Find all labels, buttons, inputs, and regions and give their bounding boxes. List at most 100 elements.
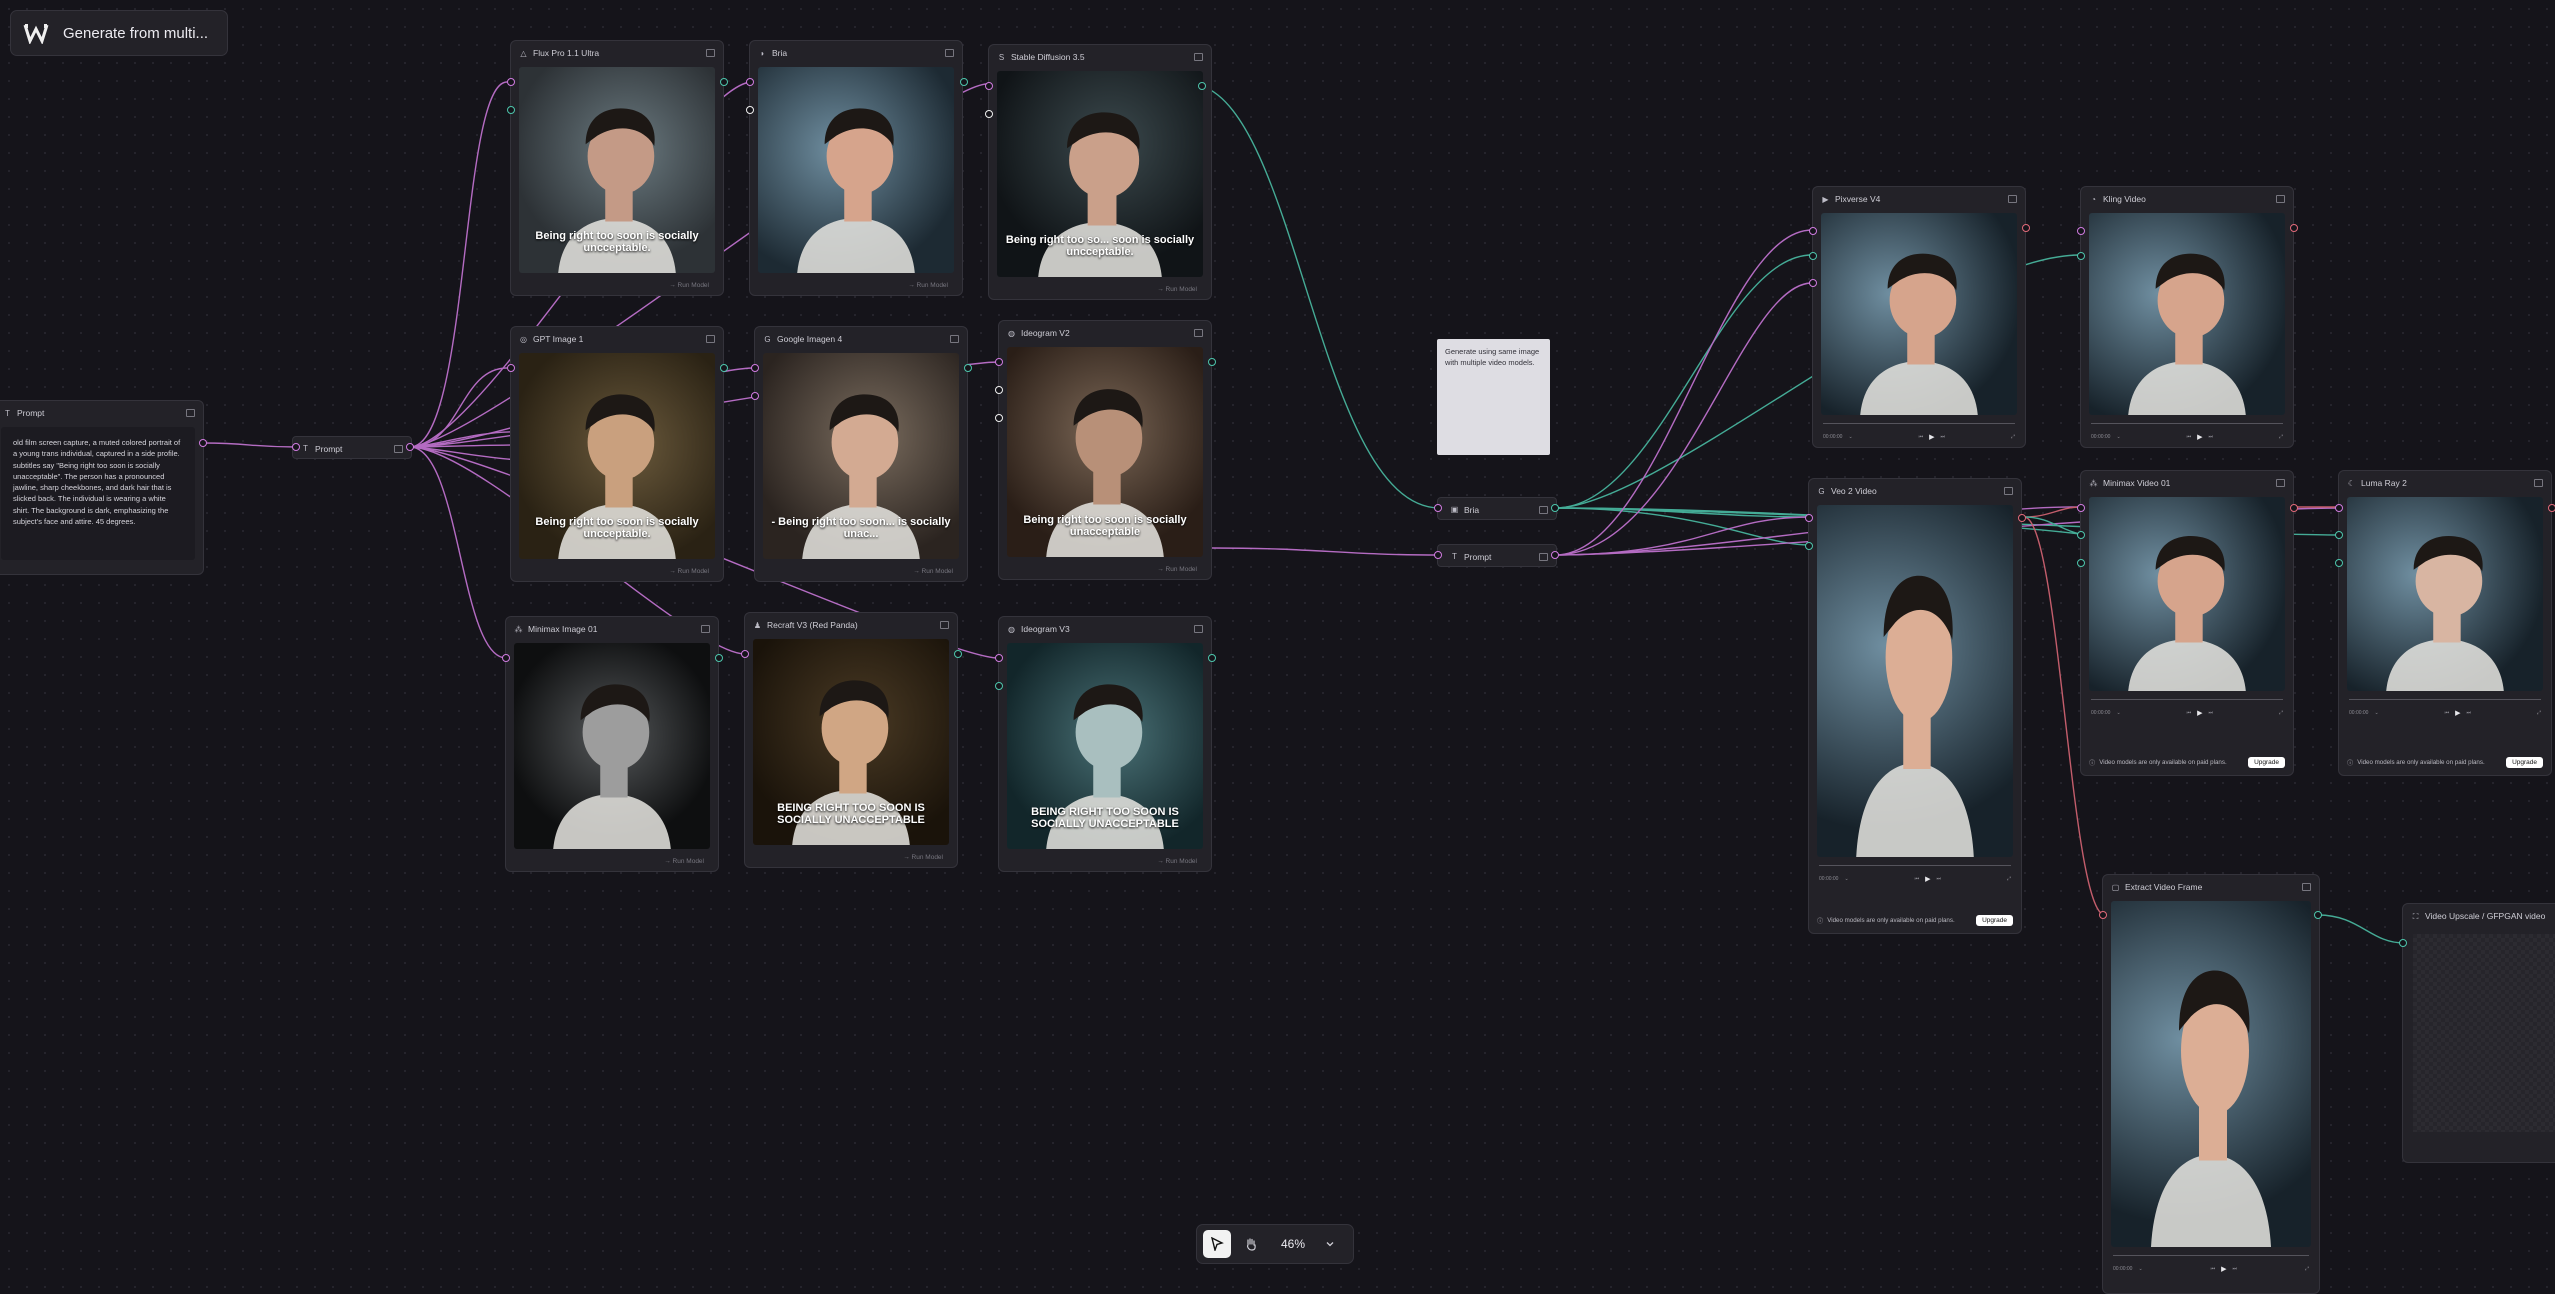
run-model-button[interactable]: → Run Model <box>913 568 953 575</box>
lock-icon[interactable] <box>2276 479 2285 487</box>
prompt-pill-2-in-port[interactable] <box>1434 551 1442 559</box>
next-frame-icon[interactable]: ⏭ <box>2233 1266 2238 1272</box>
next-frame-icon[interactable]: ⏭ <box>2467 710 2472 716</box>
input-port[interactable] <box>751 392 759 400</box>
play-icon[interactable]: ▶ <box>2221 1265 2226 1273</box>
run-model-button[interactable]: → Run Model <box>1157 858 1197 865</box>
video-node[interactable]: ▢ Extract Video Frame 00:00:00 ⌄ ⏮ ▶ ⏭ ⤢ <box>2102 874 2320 1294</box>
play-icon[interactable]: ▶ <box>1925 875 1930 883</box>
lock-icon[interactable] <box>2534 479 2543 487</box>
input-port[interactable] <box>2077 252 2085 260</box>
video-progress-bar[interactable] <box>2091 423 2283 424</box>
chevron-down-icon[interactable]: ⌄ <box>2116 710 2120 716</box>
input-port[interactable] <box>995 386 1003 394</box>
input-port[interactable] <box>2335 531 2343 539</box>
run-model-button[interactable]: → Run Model <box>1157 566 1197 573</box>
input-port[interactable] <box>2099 911 2107 919</box>
chevron-down-icon[interactable]: ⌄ <box>1844 876 1848 882</box>
next-frame-icon[interactable]: ⏭ <box>2209 710 2214 716</box>
output-port[interactable] <box>960 78 968 86</box>
chevron-down-icon[interactable]: ⌄ <box>2116 434 2120 440</box>
zoom-level[interactable]: 46% <box>1281 1237 1305 1251</box>
input-port[interactable] <box>2077 504 2085 512</box>
chevron-down-icon[interactable] <box>1325 1239 1335 1249</box>
bria-pill-in-port[interactable] <box>1434 504 1442 512</box>
image-node[interactable]: S Stable Diffusion 3.5 Being right too so.… <box>988 44 1212 300</box>
input-port[interactable] <box>995 654 1003 662</box>
play-icon[interactable]: ▶ <box>2455 709 2460 717</box>
output-port[interactable] <box>2290 224 2298 232</box>
output-port[interactable] <box>2290 504 2298 512</box>
prev-frame-icon[interactable]: ⏮ <box>2187 710 2192 716</box>
play-icon[interactable]: ▶ <box>2197 433 2202 441</box>
prev-frame-icon[interactable]: ⏮ <box>1919 434 1924 440</box>
input-port[interactable] <box>751 364 759 372</box>
fullscreen-icon[interactable]: ⤢ <box>2279 434 2283 440</box>
prev-frame-icon[interactable]: ⏮ <box>2187 434 2192 440</box>
video-node[interactable]: ◔ Kling Video 00:00:00 ⌄ ⏮ ▶ ⏭ ⤢ <box>2080 186 2294 448</box>
input-port[interactable] <box>502 654 510 662</box>
upgrade-button[interactable]: Upgrade <box>1976 914 2013 926</box>
input-port[interactable] <box>985 82 993 90</box>
video-node[interactable]: ☾ Luma Ray 2 00:00:00 ⌄ ⏮ ▶ ⏭ ⤢ ⓘ Video models ar… <box>2338 470 2552 776</box>
prompt-pill-2[interactable]: T Prompt <box>1437 544 1557 567</box>
prompt-textarea[interactable]: old film screen capture, a muted colored… <box>1 427 195 560</box>
prev-frame-icon[interactable]: ⏮ <box>2445 710 2450 716</box>
lock-icon[interactable] <box>950 335 959 343</box>
output-port[interactable] <box>2022 224 2030 232</box>
run-model-button[interactable]: → Run Model <box>1157 286 1197 293</box>
output-port[interactable] <box>2548 504 2555 512</box>
run-model-button[interactable]: → Run Model <box>664 858 704 865</box>
output-port[interactable] <box>720 78 728 86</box>
lock-icon[interactable] <box>2004 487 2013 495</box>
prev-frame-icon[interactable]: ⏮ <box>2211 1266 2216 1272</box>
lock-icon[interactable] <box>2276 195 2285 203</box>
input-port[interactable] <box>2077 531 2085 539</box>
output-port[interactable] <box>1198 82 1206 90</box>
app-title-chip[interactable]: Generate from multi... <box>10 10 228 56</box>
video-progress-bar[interactable] <box>2091 699 2283 700</box>
input-port[interactable] <box>507 364 515 372</box>
input-port[interactable] <box>1809 279 1817 287</box>
lock-icon[interactable] <box>940 621 949 629</box>
input-port[interactable] <box>1809 227 1817 235</box>
image-node[interactable]: ◍ Ideogram V2 Being right too soon is soci… <box>998 320 1212 580</box>
pan-tool-button[interactable] <box>1239 1230 1263 1258</box>
fullscreen-icon[interactable]: ⤢ <box>2007 876 2011 882</box>
input-port[interactable] <box>507 78 515 86</box>
lock-icon[interactable] <box>394 444 403 453</box>
lock-icon[interactable] <box>706 335 715 343</box>
input-port[interactable] <box>2335 559 2343 567</box>
image-node[interactable]: △ Flux Pro 1.1 Ultra Being right too soon … <box>510 40 724 296</box>
lock-icon[interactable] <box>2008 195 2017 203</box>
input-port[interactable] <box>995 358 1003 366</box>
prompt-pill-in-port[interactable] <box>292 443 300 451</box>
chevron-down-icon[interactable]: ⌄ <box>1848 434 1852 440</box>
lock-icon[interactable] <box>706 49 715 57</box>
lock-icon[interactable] <box>701 625 710 633</box>
input-port[interactable] <box>2335 504 2343 512</box>
lock-icon[interactable] <box>2302 883 2311 891</box>
chevron-down-icon[interactable]: ⌄ <box>2374 710 2378 716</box>
image-node[interactable]: ◎ GPT Image 1 Being right too soon is soci… <box>510 326 724 582</box>
output-port[interactable] <box>720 364 728 372</box>
input-port[interactable] <box>746 78 754 86</box>
upgrade-button[interactable]: Upgrade <box>2506 756 2543 768</box>
input-port[interactable] <box>1809 252 1817 260</box>
lock-icon[interactable] <box>1194 53 1203 61</box>
fullscreen-icon[interactable]: ⤢ <box>2305 1266 2309 1272</box>
input-port[interactable] <box>995 682 1003 690</box>
image-node[interactable]: ◍ Ideogram V3 BEING RIGHT TOO SOON IS SOCI… <box>998 616 1212 872</box>
bria-pill[interactable]: ▣ Bria <box>1437 497 1557 520</box>
next-frame-icon[interactable]: ⏭ <box>1941 434 1946 440</box>
prompt-pill-2-out-port[interactable] <box>1551 551 1559 559</box>
input-port[interactable] <box>1805 542 1813 550</box>
video-progress-bar[interactable] <box>1823 423 2015 424</box>
next-frame-icon[interactable]: ⏭ <box>2209 434 2214 440</box>
run-model-button[interactable]: → Run Model <box>669 568 709 575</box>
prompt-node[interactable]: T Prompt old film screen capture, a muted… <box>0 400 204 575</box>
output-port[interactable] <box>715 654 723 662</box>
lock-icon[interactable] <box>1539 552 1548 561</box>
output-port[interactable] <box>2018 514 2026 522</box>
chevron-down-icon[interactable]: ⌄ <box>2138 1266 2142 1272</box>
